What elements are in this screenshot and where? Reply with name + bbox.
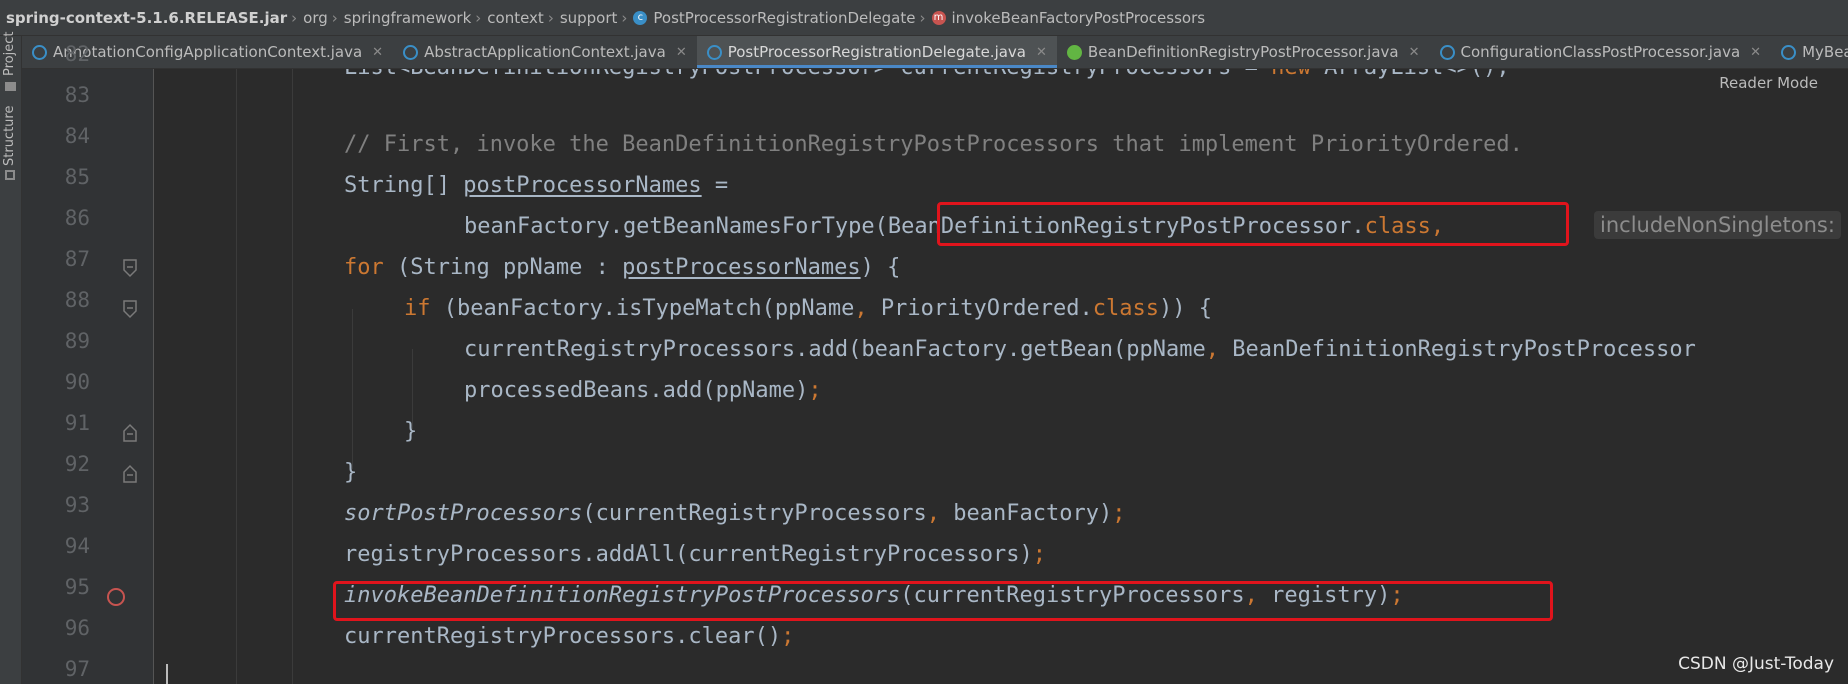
line-number: 95 [64, 575, 90, 599]
tab-label: BeanDefinitionRegistryPostProcessor.java [1087, 43, 1399, 61]
code-line-90: processedBeans.add(ppName); [464, 378, 822, 403]
code-line-89: currentRegistryProcessors.add(beanFactor… [464, 337, 1696, 362]
breadcrumb-springframework[interactable]: springframework [344, 9, 471, 27]
line-number: 91 [64, 411, 90, 435]
close-icon[interactable]: ✕ [1036, 45, 1047, 60]
line-number: 96 [64, 616, 90, 640]
code-line-94: registryProcessors.addAll(currentRegistr… [344, 542, 1046, 567]
breadcrumb-context[interactable]: context [487, 9, 544, 27]
tab-bean-def-registry-pp[interactable]: BeanDefinitionRegistryPostProcessor.java… [1057, 36, 1430, 68]
tab-label: PostProcessorRegistrationDelegate.java [727, 43, 1026, 61]
line-number: 84 [64, 124, 90, 148]
tab-post-processor-delegate[interactable]: PostProcessorRegistrationDelegate.java ✕ [696, 36, 1058, 68]
chevron-right-icon: › [331, 8, 338, 27]
code-line-85: String[] postProcessorNames = [344, 173, 729, 198]
watermark: CSDN @Just-Today [1678, 654, 1834, 674]
code-line-96: currentRegistryProcessors.clear(); [344, 624, 795, 649]
chevron-right-icon: › [919, 8, 926, 27]
class-icon: c [633, 10, 648, 25]
fold-marker-icon[interactable] [122, 299, 138, 321]
code-line-84: // First, invoke the BeanDefinitionRegis… [344, 132, 1523, 157]
tab-label: AnnotationConfigApplicationContext.java [53, 43, 363, 61]
reader-mode-button[interactable]: Reader Mode [1719, 74, 1818, 92]
line-number: 89 [64, 329, 90, 353]
line-number: 90 [64, 370, 90, 394]
breadcrumb-class-label: PostProcessorRegistrationDelegate [653, 8, 916, 27]
breadcrumb-class[interactable]: c PostProcessorRegistrationDelegate [633, 8, 916, 27]
chevron-right-icon: › [475, 8, 482, 27]
editor-tabs: AnnotationConfigApplicationContext.java … [22, 36, 1848, 69]
code-line-87: for (String ppName : postProcessorNames)… [344, 255, 901, 280]
code-line-88: if (beanFactory.isTypeMatch(ppName, Prio… [404, 296, 1212, 321]
line-number: 85 [64, 165, 90, 189]
interface-icon [1066, 44, 1082, 60]
code-line-91: } [404, 419, 418, 444]
breadcrumb-method-label: invokeBeanFactoryPostProcessors [951, 8, 1206, 27]
breadcrumb: spring-context-5.1.6.RELEASE.jar › org ›… [0, 0, 1848, 36]
tab-abstract-app-context[interactable]: AbstractApplicationContext.java ✕ [393, 36, 697, 68]
line-number: 92 [64, 452, 90, 476]
line-number: 97 [64, 657, 90, 681]
highlight-box-class-arg [937, 202, 1569, 246]
tab-label: AbstractApplicationContext.java [424, 43, 666, 61]
code-editor[interactable]: List<BeanDefinitionRegistryPostProcessor… [154, 69, 1848, 684]
class-icon [706, 44, 722, 60]
fold-marker-icon[interactable] [122, 258, 138, 280]
breakpoint-icon[interactable] [107, 588, 125, 606]
code-line-93: sortPostProcessors(currentRegistryProces… [344, 501, 1126, 526]
tab-configuration-class-pp[interactable]: ConfigurationClassPostProcessor.java ✕ [1430, 36, 1772, 68]
close-icon[interactable]: ✕ [372, 45, 383, 60]
chevron-right-icon: › [621, 8, 628, 27]
line-number: 82 [64, 42, 90, 66]
breadcrumb-method[interactable]: m invokeBeanFactoryPostProcessors [931, 8, 1206, 27]
breadcrumb-org[interactable]: org [303, 9, 328, 27]
class-icon [1781, 44, 1797, 60]
fold-end-marker-icon[interactable] [122, 421, 138, 443]
breadcrumb-jar[interactable]: spring-context-5.1.6.RELEASE.jar [0, 9, 287, 27]
line-number: 87 [64, 247, 90, 271]
close-icon[interactable]: ✕ [1409, 45, 1420, 60]
method-icon: m [931, 10, 946, 25]
code-line-82: List<BeanDefinitionRegistryPostProcessor… [344, 69, 1510, 88]
tab-label: ConfigurationClassPostProcessor.java [1460, 43, 1741, 61]
line-number: 86 [64, 206, 90, 230]
tab-label: MyBeanFa [1802, 43, 1848, 61]
tool-window-strip: Project Structure [0, 32, 22, 684]
parameter-hint: includeNonSingletons: [1594, 211, 1841, 239]
class-icon [403, 44, 419, 60]
folder-icon [5, 82, 16, 91]
close-icon[interactable]: ✕ [676, 45, 687, 60]
highlight-box-invoke-call [333, 581, 1553, 621]
close-icon[interactable]: ✕ [1750, 45, 1761, 60]
structure-tool-button[interactable]: Structure [2, 106, 17, 166]
line-number: 94 [64, 534, 90, 558]
line-number: 83 [64, 83, 90, 107]
chevron-right-icon: › [547, 8, 554, 27]
line-number: 88 [64, 288, 90, 312]
project-tool-button[interactable]: Project [2, 32, 17, 76]
code-line-92: } [344, 460, 358, 485]
line-number: 93 [64, 493, 90, 517]
chevron-right-icon: › [291, 8, 298, 27]
class-icon [1439, 44, 1455, 60]
fold-end-marker-icon[interactable] [122, 462, 138, 484]
structure-icon [5, 170, 15, 180]
text-caret [166, 664, 168, 684]
tab-my-bean-factory[interactable]: MyBeanFa [1771, 36, 1848, 68]
breadcrumb-support[interactable]: support [560, 9, 618, 27]
